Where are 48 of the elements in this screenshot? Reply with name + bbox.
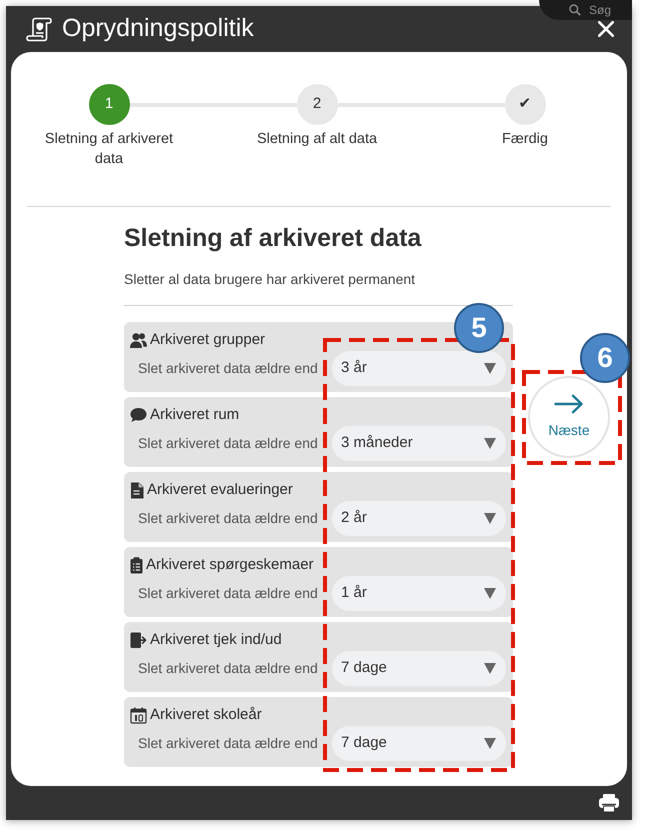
step-label: Sletning af alt data (256, 130, 378, 149)
caret-icon (484, 588, 496, 599)
period-select[interactable]: 3 år (332, 351, 506, 386)
period-select[interactable]: 1 år (332, 576, 506, 611)
caret-icon (484, 738, 496, 749)
calendar-icon (130, 706, 147, 724)
caret-icon (484, 363, 496, 374)
period-select[interactable]: 3 måneder (332, 426, 506, 461)
step-label: Sletning af arkiveret data (44, 130, 174, 169)
callout-number: 6 (580, 333, 630, 383)
row-title: Arkiveret spørgeskemaer (146, 554, 314, 575)
section-description: Sletter al data brugere har arkiveret permanent (124, 270, 416, 289)
row-label: Slet arkiveret data ældre end (138, 509, 318, 528)
search-field[interactable]: Søg (539, 0, 632, 20)
document-icon (130, 482, 144, 498)
row-title: Arkiveret evalueringer (147, 480, 293, 500)
callout-number: 5 (454, 303, 504, 353)
row-label: Slet arkiveret data ældre end (138, 659, 318, 678)
close-icon[interactable] (598, 21, 614, 37)
row-label: Slet arkiveret data ældre end (138, 734, 318, 753)
scroll-icon (26, 16, 52, 42)
caret-icon (484, 513, 496, 524)
caret-icon (484, 438, 496, 449)
step-marker: 1 (88, 84, 130, 125)
door-arrow-icon (130, 632, 147, 648)
step-marker: 2 (296, 84, 338, 125)
section-heading: Sletning af arkiveret data (124, 223, 422, 253)
row-label: Slet arkiveret data ældre end (138, 434, 318, 453)
row-title: Arkiveret rum (150, 404, 240, 425)
people-icon (130, 332, 147, 348)
clipboard-icon (130, 556, 143, 574)
row-label: Slet arkiveret data ældre end (138, 359, 318, 378)
period-select[interactable]: 2 år (332, 501, 506, 536)
row-title: Arkiveret skoleår (150, 704, 262, 725)
next-button[interactable]: Næste (528, 376, 610, 458)
chat-icon (130, 406, 147, 424)
row-title: Arkiveret tjek ind/ud (150, 630, 282, 650)
search-icon (569, 4, 581, 16)
row-title: Arkiveret grupper (150, 330, 266, 350)
step-marker: ✔ (504, 84, 546, 125)
printer-icon[interactable] (599, 794, 619, 812)
step-label: Færdig (502, 130, 548, 149)
arrow-right-icon (554, 394, 584, 414)
period-select[interactable]: 7 dage (332, 651, 506, 686)
window-title: Oprydningspolitik (62, 15, 254, 43)
caret-icon (484, 663, 496, 674)
period-select[interactable]: 7 dage (332, 726, 506, 761)
row-label: Slet arkiveret data ældre end (138, 584, 318, 603)
